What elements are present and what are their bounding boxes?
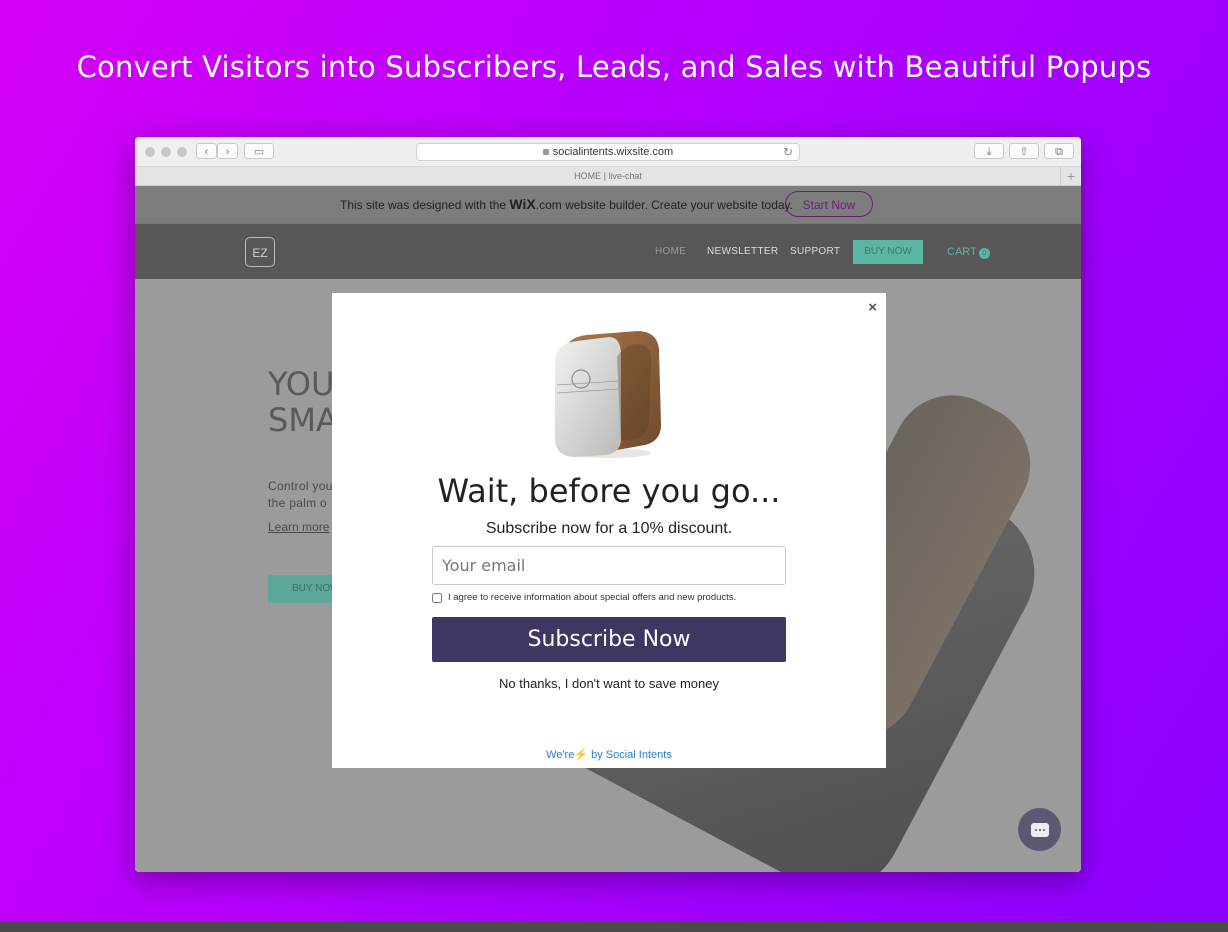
bolt-icon: ⚡ xyxy=(574,749,589,761)
window-minimize-dot[interactable] xyxy=(161,147,171,157)
chat-icon xyxy=(1030,822,1049,837)
page-headline: Convert Visitors into Subscribers, Leads… xyxy=(76,50,1152,84)
reload-icon[interactable]: ↻ xyxy=(783,144,793,161)
popup-title: Wait, before you go... xyxy=(437,472,781,510)
decline-link[interactable]: No thanks, I don't want to save money xyxy=(332,676,886,691)
close-icon[interactable]: × xyxy=(868,299,877,316)
browser-toolbar: ‹ › ▭ socialintents.wixsite.com ↻ ⤓ ⇧ ⧉ xyxy=(135,137,1081,167)
subscribe-button[interactable]: Subscribe Now xyxy=(432,617,786,662)
agree-label: I agree to receive information about spe… xyxy=(448,592,737,603)
url-text: socialintents.wixsite.com xyxy=(552,146,674,158)
nav-item-newsletter[interactable]: NEWSLETTER xyxy=(707,246,778,257)
exit-intent-popup: × Wait, before you go... Subscribe now f… xyxy=(332,293,886,768)
agree-consent[interactable]: I agree to receive information about spe… xyxy=(432,592,736,603)
bottom-bar xyxy=(0,922,1228,932)
nav-item-support[interactable]: SUPPORT xyxy=(790,246,840,257)
lock-icon xyxy=(542,149,549,156)
download-icon[interactable]: ⤓ xyxy=(974,143,1004,159)
learn-more-link[interactable]: Learn more xyxy=(268,520,329,534)
start-now-button[interactable]: Start Now xyxy=(785,191,873,217)
chat-widget-button[interactable] xyxy=(1018,808,1061,851)
tab-title[interactable]: HOME | live-chat xyxy=(574,171,642,181)
nav-buy-now-button[interactable]: BUY NOW xyxy=(853,240,923,264)
cart-count-badge: 0 xyxy=(978,248,990,259)
wix-logo: WiX xyxy=(509,196,536,212)
sidebar-icon[interactable]: ▭ xyxy=(244,143,274,159)
tabs-icon[interactable]: ⧉ xyxy=(1044,143,1074,159)
site-navigation: EZ HOME NEWSLETTER SUPPORT BUY NOW CART 0 xyxy=(135,224,1081,279)
site-logo[interactable]: EZ xyxy=(245,237,275,267)
wix-banner-text: This site was designed with the WiX.com … xyxy=(340,196,793,212)
cart-link[interactable]: CART 0 xyxy=(947,246,990,259)
hero-description: Control you the palm o xyxy=(268,479,333,510)
email-input[interactable] xyxy=(432,546,786,585)
hero-title: YOU SMA xyxy=(268,365,338,439)
nav-item-home[interactable]: HOME xyxy=(655,246,686,257)
new-tab-icon[interactable]: + xyxy=(1060,167,1081,185)
window-close-dot[interactable] xyxy=(145,147,155,157)
popup-subtitle: Subscribe now for a 10% discount. xyxy=(485,520,733,537)
powered-by-link[interactable]: We're⚡ by Social Intents xyxy=(332,748,886,761)
wix-banner: This site was designed with the WiX.com … xyxy=(135,186,1081,224)
tab-bar: HOME | live-chat + xyxy=(135,167,1081,186)
address-bar[interactable]: socialintents.wixsite.com ↻ xyxy=(416,143,800,161)
forward-icon[interactable]: › xyxy=(217,143,238,159)
window-zoom-dot[interactable] xyxy=(177,147,187,157)
share-icon[interactable]: ⇧ xyxy=(1009,143,1039,159)
back-icon[interactable]: ‹ xyxy=(196,143,217,159)
agree-checkbox[interactable] xyxy=(432,592,442,603)
product-image xyxy=(555,331,661,458)
